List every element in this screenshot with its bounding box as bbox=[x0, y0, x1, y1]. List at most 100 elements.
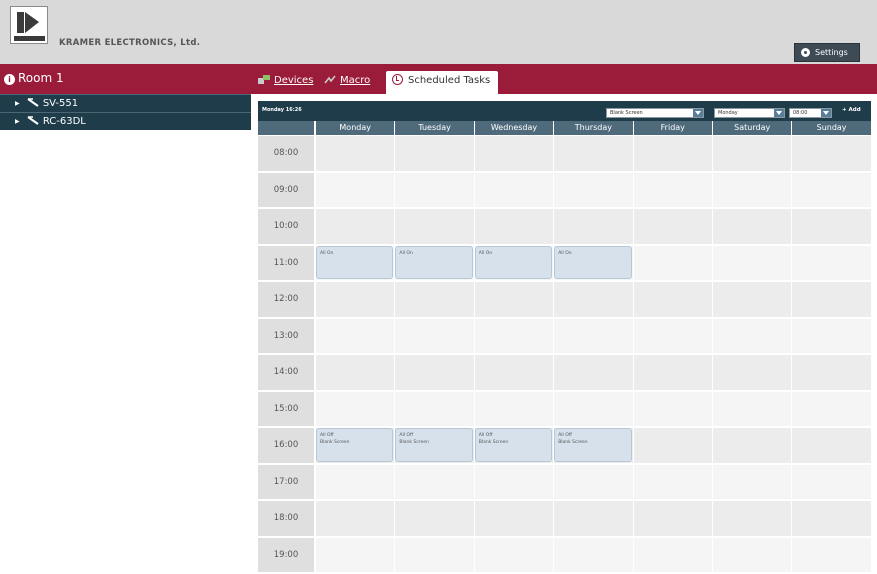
schedule-cell[interactable] bbox=[474, 282, 553, 319]
schedule-cell[interactable] bbox=[712, 355, 791, 392]
tab-scheduled-tasks[interactable]: Scheduled Tasks bbox=[386, 71, 498, 94]
schedule-cell[interactable] bbox=[553, 538, 632, 574]
schedule-cell[interactable] bbox=[712, 136, 791, 173]
schedule-cell[interactable] bbox=[394, 538, 473, 574]
schedule-cell[interactable] bbox=[474, 501, 553, 538]
time-select[interactable]: 08:00 bbox=[789, 108, 832, 118]
schedule-cell[interactable] bbox=[712, 282, 791, 319]
settings-button[interactable]: Settings bbox=[794, 43, 860, 62]
schedule-cell[interactable] bbox=[633, 173, 712, 210]
schedule-cell[interactable] bbox=[712, 538, 791, 574]
schedule-cell[interactable] bbox=[553, 355, 632, 392]
schedule-cell[interactable] bbox=[394, 173, 473, 210]
scheduled-event[interactable]: All OffBlank Screen bbox=[475, 428, 552, 462]
schedule-cell[interactable] bbox=[315, 501, 394, 538]
schedule-cell[interactable] bbox=[553, 173, 632, 210]
schedule-cell[interactable] bbox=[394, 392, 473, 429]
schedule-cell[interactable] bbox=[633, 136, 712, 173]
chevron-down-icon[interactable] bbox=[821, 109, 831, 117]
schedule-cell[interactable] bbox=[791, 209, 870, 246]
schedule-cell[interactable] bbox=[712, 428, 791, 465]
schedule-cell[interactable] bbox=[553, 136, 632, 173]
scheduled-event[interactable]: All On bbox=[316, 246, 393, 280]
schedule-cell[interactable] bbox=[474, 538, 553, 574]
schedule-cell[interactable] bbox=[791, 319, 870, 356]
schedule-cell[interactable] bbox=[791, 246, 870, 283]
schedule-cell[interactable] bbox=[712, 246, 791, 283]
schedule-cell[interactable] bbox=[633, 428, 712, 465]
schedule-cell[interactable] bbox=[791, 538, 870, 574]
schedule-cell[interactable] bbox=[791, 392, 870, 429]
schedule-cell[interactable] bbox=[474, 319, 553, 356]
schedule-cell[interactable] bbox=[315, 392, 394, 429]
clock-icon bbox=[392, 74, 403, 85]
schedule-cell[interactable] bbox=[633, 355, 712, 392]
schedule-cell[interactable] bbox=[633, 538, 712, 574]
schedule-cell[interactable] bbox=[633, 465, 712, 502]
schedule-cell[interactable] bbox=[315, 209, 394, 246]
schedule-cell[interactable] bbox=[553, 501, 632, 538]
schedule-cell[interactable] bbox=[394, 319, 473, 356]
chevron-down-icon[interactable] bbox=[693, 109, 703, 117]
sidebar-item-rc-63dl[interactable]: ▶ RC-63DL bbox=[0, 112, 251, 130]
chevron-down-icon[interactable] bbox=[774, 109, 784, 117]
schedule-cell[interactable] bbox=[474, 392, 553, 429]
schedule-cell[interactable] bbox=[474, 209, 553, 246]
schedule-cell[interactable] bbox=[394, 501, 473, 538]
schedule-cell[interactable] bbox=[633, 392, 712, 429]
schedule-cell[interactable] bbox=[553, 465, 632, 502]
schedule-cell[interactable] bbox=[633, 319, 712, 356]
schedule-cell[interactable] bbox=[553, 319, 632, 356]
schedule-cell[interactable] bbox=[315, 173, 394, 210]
add-task-button[interactable]: + Add bbox=[842, 107, 861, 113]
schedule-cell[interactable] bbox=[712, 209, 791, 246]
schedule-cell[interactable] bbox=[474, 465, 553, 502]
schedule-cell[interactable] bbox=[791, 501, 870, 538]
schedule-cell[interactable] bbox=[553, 209, 632, 246]
schedule-cell[interactable] bbox=[633, 282, 712, 319]
day-select[interactable]: Monday bbox=[714, 108, 785, 118]
info-icon[interactable]: i bbox=[4, 74, 15, 85]
schedule-cell[interactable] bbox=[553, 392, 632, 429]
schedule-cell[interactable] bbox=[394, 282, 473, 319]
schedule-cell[interactable] bbox=[712, 392, 791, 429]
schedule-cell[interactable] bbox=[712, 173, 791, 210]
schedule-cell[interactable] bbox=[315, 136, 394, 173]
scheduled-event[interactable]: All On bbox=[554, 246, 631, 280]
schedule-cell[interactable] bbox=[315, 355, 394, 392]
tab-macro[interactable]: Macro bbox=[324, 71, 370, 94]
schedule-cell[interactable] bbox=[394, 136, 473, 173]
macro-select[interactable]: Blank Screen bbox=[606, 108, 704, 118]
schedule-cell[interactable] bbox=[394, 355, 473, 392]
schedule-cell[interactable] bbox=[791, 173, 870, 210]
schedule-cell[interactable] bbox=[791, 282, 870, 319]
schedule-cell[interactable] bbox=[712, 501, 791, 538]
schedule-cell[interactable] bbox=[474, 136, 553, 173]
schedule-cell[interactable] bbox=[712, 319, 791, 356]
schedule-cell[interactable] bbox=[315, 282, 394, 319]
sidebar-item-sv-551[interactable]: ▶ SV-551 bbox=[0, 94, 251, 112]
scheduled-event[interactable]: All OffBlank Screen bbox=[554, 428, 631, 462]
schedule-cell[interactable] bbox=[791, 136, 870, 173]
schedule-cell[interactable] bbox=[791, 465, 870, 502]
schedule-cell[interactable] bbox=[315, 319, 394, 356]
schedule-cell[interactable] bbox=[633, 246, 712, 283]
schedule-cell[interactable] bbox=[553, 282, 632, 319]
schedule-cell[interactable] bbox=[315, 538, 394, 574]
schedule-cell[interactable] bbox=[633, 209, 712, 246]
schedule-cell[interactable] bbox=[315, 465, 394, 502]
schedule-cell[interactable] bbox=[474, 173, 553, 210]
scheduled-event[interactable]: All On bbox=[475, 246, 552, 280]
schedule-cell[interactable] bbox=[791, 428, 870, 465]
schedule-cell[interactable] bbox=[712, 465, 791, 502]
schedule-cell[interactable] bbox=[394, 465, 473, 502]
schedule-cell[interactable] bbox=[791, 355, 870, 392]
scheduled-event[interactable]: All OffBlank Screen bbox=[395, 428, 472, 462]
scheduled-event[interactable]: All OffBlank Screen bbox=[316, 428, 393, 462]
time-slot-label: 09:00 bbox=[258, 173, 314, 210]
scheduled-event[interactable]: All On bbox=[395, 246, 472, 280]
tab-devices[interactable]: Devices bbox=[258, 71, 313, 94]
schedule-cell[interactable] bbox=[394, 209, 473, 246]
schedule-cell[interactable] bbox=[474, 355, 553, 392]
schedule-cell[interactable] bbox=[633, 501, 712, 538]
